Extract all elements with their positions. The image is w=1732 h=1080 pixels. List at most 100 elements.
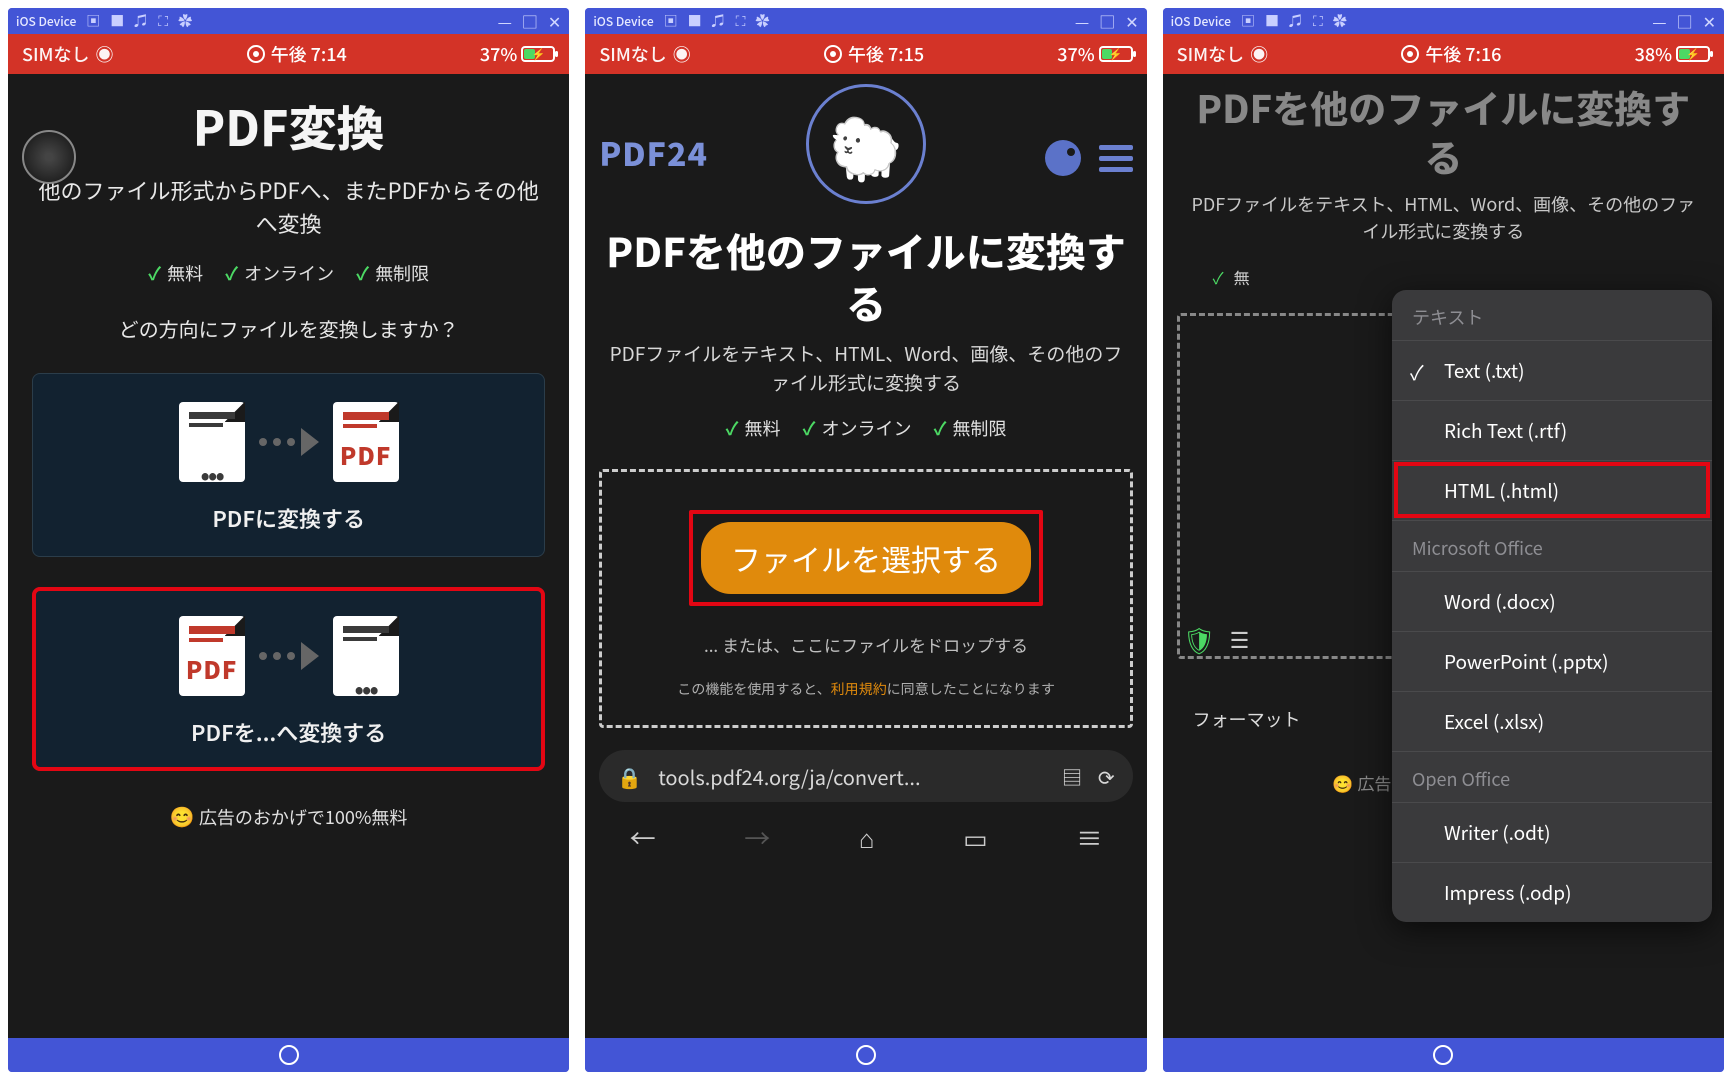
- popup-item-docx[interactable]: Word (.docx): [1392, 571, 1712, 631]
- ios-status-bar: SIMなし ◉ 午後 7:15 37% ⚡: [585, 34, 1146, 74]
- popup-item-pptx[interactable]: PowerPoint (.pptx): [1392, 631, 1712, 691]
- back-icon[interactable]: ←: [630, 819, 656, 856]
- highlight-box: ファイルを選択する: [689, 510, 1043, 606]
- file-dropzone[interactable]: ファイルを選択する ... または、ここにファイルをドロップする この機能を使用…: [599, 469, 1132, 728]
- maximize-icon[interactable]: □: [522, 9, 538, 33]
- popup-item-html[interactable]: HTML (.html): [1392, 460, 1712, 520]
- format-popup: テキスト Text (.txt) Rich Text (.rtf) HTML (…: [1392, 290, 1712, 922]
- emulator-window-2: iOS Device ▣ ■ ♫ ⛶ ✿ — □ ✕ SIMなし ◉ 午後 7:…: [585, 8, 1146, 1072]
- emulator-titlebar: iOS Device ▣ ■ ♫ ⛶ ✿ — □ ✕: [585, 8, 1146, 34]
- camera-icon[interactable]: ▣: [1241, 11, 1255, 31]
- gear-icon[interactable]: ✿: [178, 11, 192, 31]
- list-icon[interactable]: ☰: [1230, 623, 1250, 655]
- footer-ad-label: 😊 広告のおかげで100%無料: [8, 801, 569, 830]
- popup-item-odp[interactable]: Impress (.odp): [1392, 862, 1712, 922]
- lock-icon: 🔒: [617, 762, 642, 791]
- card-label: PDFに変換する: [53, 502, 524, 534]
- close-icon[interactable]: ✕: [1703, 9, 1716, 33]
- select-file-button[interactable]: ファイルを選択する: [701, 522, 1031, 594]
- popup-item-xlsx[interactable]: Excel (.xlsx): [1392, 691, 1712, 751]
- emulator-titlebar: iOS Device ▣ ■ ♫ ⛶ ✿ — □ ✕: [1163, 8, 1724, 34]
- card-from-pdf[interactable]: PDF ••• PDFを...へ変換する: [32, 587, 545, 771]
- dropzone-or-label: ... または、ここにファイルをドロップする: [622, 632, 1109, 657]
- page-subtitle: PDFファイルをテキスト、HTML、Word、画像、その他のファイル形式に変換す…: [585, 328, 1146, 409]
- check-icon: ✓: [1213, 265, 1224, 289]
- pdf-file-icon: PDF: [179, 616, 245, 696]
- recording-icon: [1401, 45, 1419, 63]
- gear-icon[interactable]: ✿: [1333, 11, 1347, 31]
- minimize-icon[interactable]: —: [1652, 9, 1666, 33]
- gear-icon[interactable]: ✿: [755, 11, 769, 31]
- clock-label: 午後 7:14: [271, 41, 347, 67]
- close-icon[interactable]: ✕: [548, 9, 561, 33]
- reader-icon[interactable]: ▤: [1062, 762, 1082, 791]
- battery-label: 37%: [480, 41, 517, 67]
- feature-row: ✓無料 ✓オンライン ✓無制限: [8, 260, 569, 286]
- video-icon[interactable]: ■: [110, 11, 124, 31]
- card-to-pdf[interactable]: ••• PDF PDFに変換する: [32, 373, 545, 557]
- battery-icon: ⚡: [1676, 46, 1710, 62]
- minimize-icon[interactable]: —: [1075, 9, 1089, 33]
- camera-icon[interactable]: ▣: [86, 11, 100, 31]
- page-subtitle: PDFファイルをテキスト、HTML、Word、画像、その他のファイル形式に変換す…: [1163, 181, 1724, 255]
- popup-item-rtf[interactable]: Rich Text (.rtf): [1392, 400, 1712, 460]
- emulator-window-3: iOS Device ▣ ■ ♫ ⛶ ✿ — □ ✕ SIMなし ◉ 午後 7:…: [1163, 8, 1724, 1072]
- check-icon: ✓: [148, 260, 161, 286]
- wifi-icon: ◉: [1250, 41, 1268, 67]
- page-title: PDF変換: [8, 90, 569, 160]
- pdf24-mascot-icon: 🐑: [806, 84, 926, 204]
- home-icon[interactable]: [1433, 1045, 1453, 1065]
- headphones-icon[interactable]: ♫: [1289, 11, 1303, 31]
- arrow-icon: [259, 642, 319, 670]
- menu-icon[interactable]: ≡: [1076, 819, 1102, 856]
- popup-section-header: Open Office: [1392, 751, 1712, 802]
- terms-link[interactable]: 利用規約: [831, 679, 887, 699]
- emulator-device-label: iOS Device: [16, 13, 76, 30]
- minimize-icon[interactable]: —: [498, 9, 512, 33]
- reload-icon[interactable]: ⟳: [1098, 762, 1115, 791]
- feature-row: ✓ 無: [1213, 265, 1724, 289]
- check-icon: ✓: [802, 415, 815, 441]
- emulator-titlebar: iOS Device ▣ ■ ♫ ⛶ ✿ — □ ✕: [8, 8, 569, 34]
- menu-icon[interactable]: [1099, 145, 1133, 172]
- fullscreen-icon[interactable]: ⛶: [158, 11, 168, 31]
- close-icon[interactable]: ✕: [1125, 9, 1138, 33]
- check-icon: ✓: [225, 260, 238, 286]
- check-icon: ✓: [356, 260, 369, 286]
- home-icon[interactable]: [279, 1045, 299, 1065]
- theme-icon[interactable]: [1045, 140, 1081, 176]
- home-icon[interactable]: ⌂: [859, 819, 875, 856]
- url-text: tools.pdf24.org/ja/convert...: [658, 762, 1046, 791]
- avatar-placeholder: [22, 130, 76, 184]
- shield-icon[interactable]: 🛡: [1183, 621, 1216, 658]
- fullscreen-icon[interactable]: ⛶: [1313, 11, 1323, 31]
- check-icon: ✓: [934, 415, 947, 441]
- headphones-icon[interactable]: ♫: [712, 11, 726, 31]
- pdf24-logo[interactable]: PDF24: [599, 130, 708, 176]
- headphones-icon[interactable]: ♫: [134, 11, 148, 31]
- fullscreen-icon[interactable]: ⛶: [736, 11, 746, 31]
- home-icon[interactable]: [856, 1045, 876, 1065]
- camera-icon[interactable]: ▣: [664, 11, 678, 31]
- check-icon: ✓: [725, 415, 738, 441]
- emulator-window-1: iOS Device ▣ ■ ♫ ⛶ ✿ — □ ✕ SIMなし ◉ 午後 7:…: [8, 8, 569, 1072]
- popup-item-odt[interactable]: Writer (.odt): [1392, 802, 1712, 862]
- vr-icon[interactable]: ▭: [963, 819, 988, 856]
- wifi-icon: ◉: [673, 41, 691, 67]
- page-subtitle: 他のファイル形式からPDFへ、またPDFからその他へ変換: [8, 160, 569, 254]
- popup-item-txt[interactable]: Text (.txt): [1392, 340, 1712, 400]
- browser-url-bar[interactable]: 🔒 tools.pdf24.org/ja/convert... ▤ ⟳: [599, 750, 1132, 802]
- ios-status-bar: SIMなし ◉ 午後 7:16 38% ⚡: [1163, 34, 1724, 74]
- page-title: PDFを他のファイルに変換する: [585, 224, 1146, 328]
- android-navbar: [8, 1038, 569, 1072]
- sim-label: SIMなし: [22, 41, 89, 67]
- smile-icon: 😊: [1332, 770, 1353, 795]
- video-icon[interactable]: ■: [688, 11, 702, 31]
- feature-row: ✓無料 ✓オンライン ✓無制限: [585, 415, 1146, 441]
- maximize-icon[interactable]: □: [1677, 9, 1693, 33]
- android-navbar: [1163, 1038, 1724, 1072]
- maximize-icon[interactable]: □: [1099, 9, 1115, 33]
- arrow-icon: [259, 428, 319, 456]
- video-icon[interactable]: ■: [1265, 11, 1279, 31]
- pdf-file-icon: PDF: [333, 402, 399, 482]
